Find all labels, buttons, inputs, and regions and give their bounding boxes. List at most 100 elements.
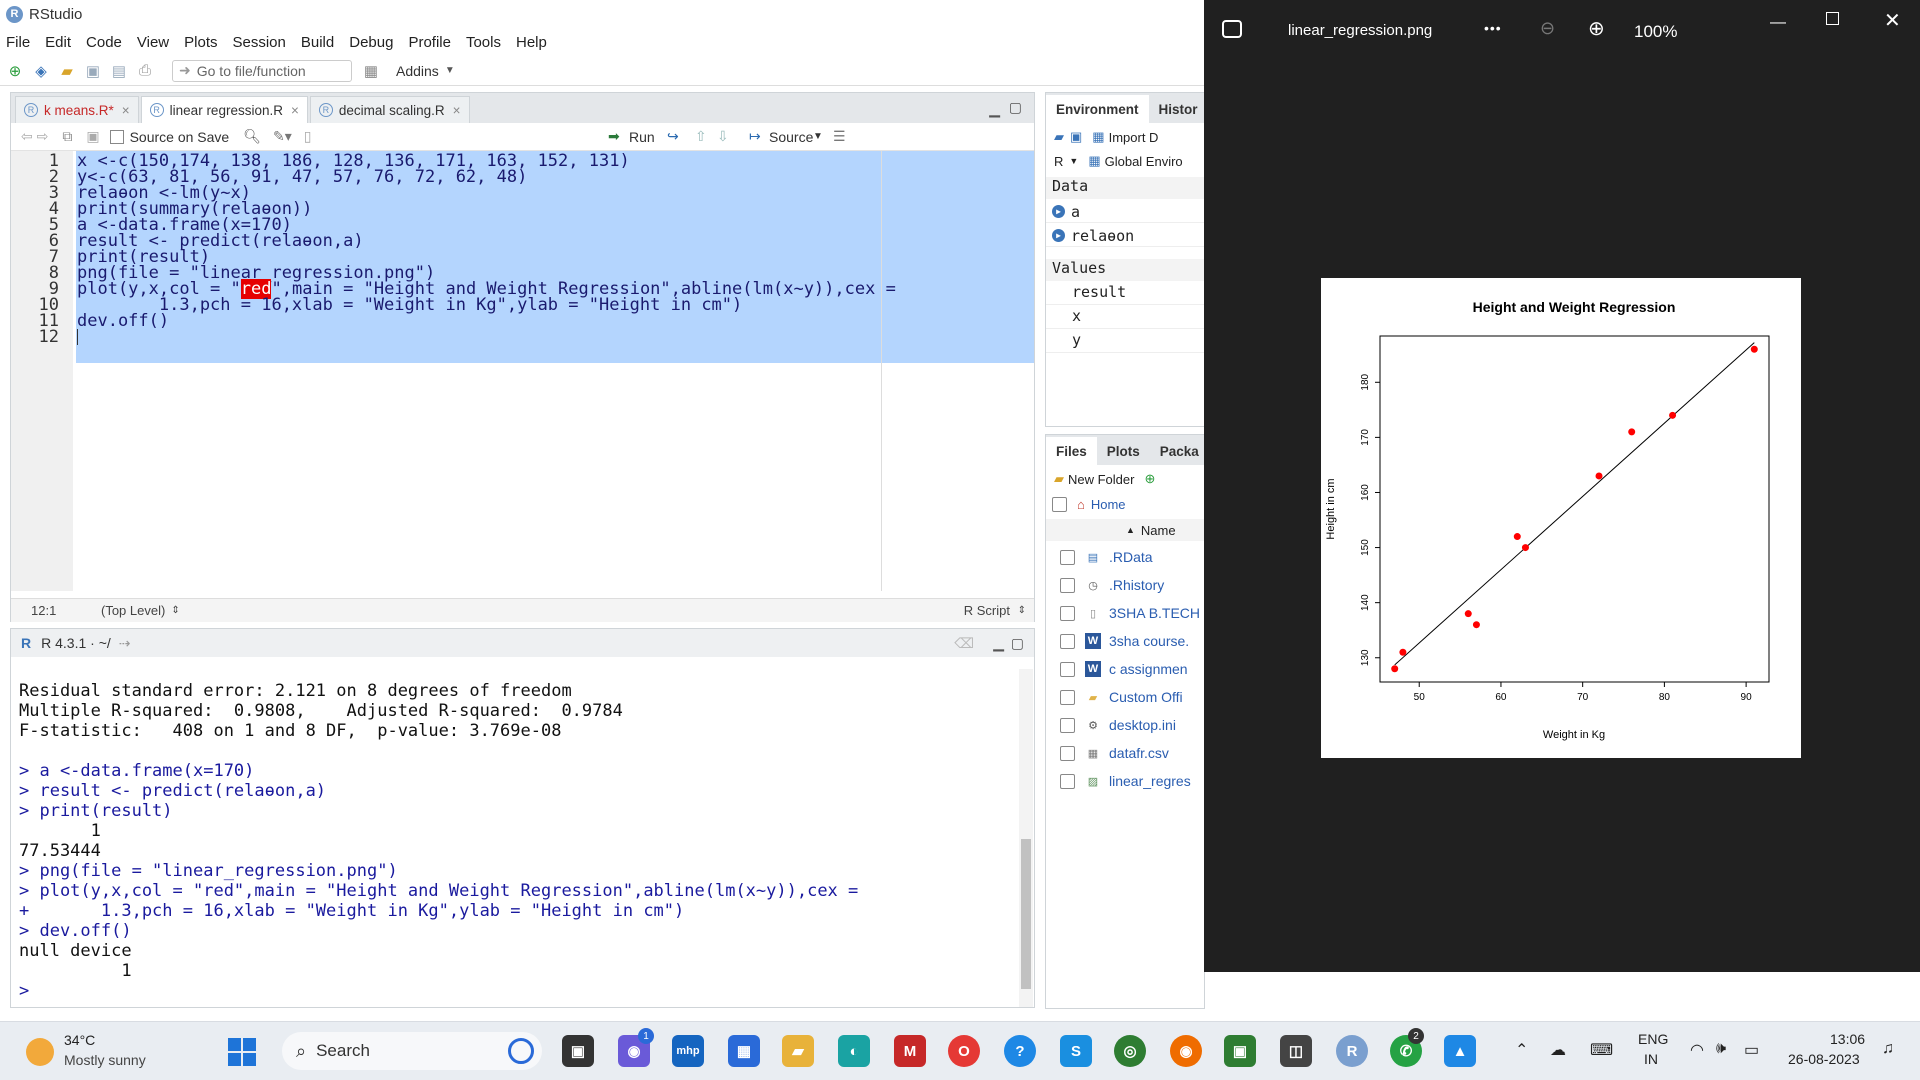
- run-arrow-icon[interactable]: ➡: [608, 128, 620, 145]
- tab-k-means[interactable]: R k means.R* ×: [15, 96, 139, 123]
- maximize-window-icon[interactable]: [1826, 12, 1839, 25]
- addins-chevron-icon[interactable]: ▼: [445, 65, 455, 76]
- menu-code[interactable]: Code: [86, 34, 122, 51]
- go-up-icon[interactable]: ⇧: [695, 128, 707, 145]
- close-tab-icon[interactable]: ×: [453, 103, 461, 118]
- source-button[interactable]: Source: [769, 129, 813, 145]
- menu-build[interactable]: Build: [301, 34, 334, 51]
- save-workspace-icon[interactable]: ▣: [1070, 129, 1082, 145]
- file-checkbox[interactable]: [1060, 577, 1075, 593]
- keyboard-icon[interactable]: ⌨: [1590, 1040, 1613, 1060]
- print-icon[interactable]: ⎙: [136, 62, 154, 80]
- clock-time[interactable]: 13:06: [1830, 1031, 1865, 1047]
- close-tab-icon[interactable]: ×: [122, 103, 130, 118]
- addins-menu[interactable]: Addins: [396, 63, 439, 79]
- search-box[interactable]: ⌕ Search: [282, 1032, 542, 1070]
- code-tools-wand-icon[interactable]: ✎▾: [273, 128, 292, 145]
- minimize-pane-icon[interactable]: ▁: [989, 101, 1000, 118]
- env-value-result[interactable]: result: [1046, 283, 1204, 305]
- menu-help[interactable]: Help: [516, 34, 547, 51]
- menu-profile[interactable]: Profile: [408, 34, 451, 51]
- new-project-icon[interactable]: ◈: [32, 62, 50, 80]
- save-file-icon[interactable]: ▣: [86, 128, 99, 145]
- show-in-window-icon[interactable]: ⧉: [62, 128, 72, 145]
- file-type-selector[interactable]: R Script: [964, 603, 1010, 618]
- tab-plots[interactable]: Plots: [1097, 437, 1150, 465]
- environment-scope-selector[interactable]: Global Enviro: [1105, 154, 1183, 169]
- file-name[interactable]: .Rhistory: [1109, 577, 1164, 593]
- mcafee-icon[interactable]: M: [894, 1035, 926, 1067]
- new-folder-icon[interactable]: ▰: [1054, 471, 1064, 487]
- save-icon[interactable]: ▣: [84, 62, 102, 80]
- r-app-icon[interactable]: R: [1336, 1035, 1368, 1067]
- file-name[interactable]: 3SHA B.TECH: [1109, 605, 1200, 621]
- maximize-pane-icon[interactable]: ▢: [1009, 99, 1022, 116]
- scope-chevron-icon[interactable]: ⇕: [171, 605, 179, 616]
- close-tab-icon[interactable]: ×: [291, 103, 299, 118]
- file-name[interactable]: desktop.ini: [1109, 717, 1176, 733]
- file-checkbox[interactable]: [1060, 661, 1075, 677]
- menu-plots[interactable]: Plots: [184, 34, 217, 51]
- volume-icon[interactable]: 🕪︎: [1716, 1040, 1726, 1058]
- compile-report-icon[interactable]: ▯: [304, 128, 312, 145]
- source-on-save-checkbox[interactable]: [109, 129, 124, 144]
- rerun-icon[interactable]: ↪: [667, 128, 679, 145]
- file-name[interactable]: .RData: [1109, 549, 1153, 565]
- env-value-x[interactable]: x: [1046, 307, 1204, 329]
- source-chevron-icon[interactable]: ▼: [813, 131, 823, 142]
- file-checkbox[interactable]: [1060, 745, 1075, 761]
- file-type-chevron-icon[interactable]: ⇕: [1018, 605, 1026, 616]
- run-button[interactable]: Run: [629, 129, 655, 145]
- help-icon[interactable]: ?: [1004, 1035, 1036, 1067]
- new-folder-button[interactable]: New Folder: [1068, 472, 1134, 487]
- menu-tools[interactable]: Tools: [466, 34, 501, 51]
- start-button[interactable]: [228, 1038, 256, 1066]
- file-row[interactable]: ▰ Custom Offi: [1046, 683, 1204, 711]
- sort-asc-icon[interactable]: ▲: [1126, 525, 1135, 535]
- load-workspace-icon[interactable]: ▰: [1054, 129, 1064, 145]
- mphp-icon[interactable]: mhp: [672, 1035, 704, 1067]
- minimize-pane-icon[interactable]: ▁: [993, 635, 1004, 652]
- file-checkbox[interactable]: [1060, 773, 1075, 789]
- go-to-directory-icon[interactable]: ⇢: [119, 635, 131, 652]
- select-all-checkbox[interactable]: [1052, 496, 1067, 512]
- zoom-in-icon[interactable]: ⊕: [1588, 16, 1605, 41]
- back-arrow-icon[interactable]: ⇦ ⇨: [21, 128, 48, 145]
- close-window-icon[interactable]: ✕: [1884, 8, 1901, 33]
- menu-session[interactable]: Session: [233, 34, 286, 51]
- file-name[interactable]: c assignmen: [1109, 661, 1188, 677]
- env-value-y[interactable]: y: [1046, 331, 1204, 353]
- file-name[interactable]: linear_regres: [1109, 773, 1191, 789]
- tab-packages[interactable]: Packa: [1150, 437, 1204, 465]
- file-checkbox[interactable]: [1060, 549, 1075, 565]
- name-column-header[interactable]: Name: [1141, 523, 1176, 538]
- skype-icon[interactable]: S: [1060, 1035, 1092, 1067]
- menu-view[interactable]: View: [137, 34, 169, 51]
- edge-icon[interactable]: ◐: [838, 1035, 870, 1067]
- wifi-icon[interactable]: ◠: [1690, 1040, 1704, 1060]
- home-icon[interactable]: ⌂: [1077, 497, 1085, 512]
- opera-icon[interactable]: O: [948, 1035, 980, 1067]
- file-row[interactable]: ▤ .RData: [1046, 543, 1204, 571]
- file-row[interactable]: ▦ datafr.csv: [1046, 739, 1204, 767]
- tab-decimal-scaling[interactable]: R decimal scaling.R ×: [309, 96, 470, 123]
- open-file-icon[interactable]: ▰: [58, 62, 76, 80]
- cpu-monitor-icon[interactable]: ▣: [1224, 1035, 1256, 1067]
- language-chevron-icon[interactable]: ▼: [1069, 156, 1078, 166]
- save-all-icon[interactable]: ▤: [110, 62, 128, 80]
- menu-edit[interactable]: Edit: [45, 34, 71, 51]
- file-row[interactable]: W 3sha course.: [1046, 627, 1204, 655]
- file-checkbox[interactable]: [1060, 689, 1075, 705]
- file-name[interactable]: 3sha course.: [1109, 633, 1189, 649]
- file-explorer-icon[interactable]: ▰: [782, 1035, 814, 1067]
- language-selector[interactable]: R: [1054, 154, 1063, 169]
- file-row[interactable]: ▯ 3SHA B.TECH: [1046, 599, 1204, 627]
- file-row[interactable]: ⚙ desktop.ini: [1046, 711, 1204, 739]
- expand-icon[interactable]: ▶: [1052, 205, 1065, 218]
- zoom-out-icon[interactable]: ⊖: [1540, 18, 1555, 39]
- new-file-icon[interactable]: ⊕: [6, 62, 24, 80]
- new-blank-file-icon[interactable]: ⊕: [1144, 471, 1155, 487]
- file-checkbox[interactable]: [1060, 633, 1075, 649]
- file-checkbox[interactable]: [1060, 717, 1075, 733]
- clock-date[interactable]: 26-08-2023: [1788, 1051, 1860, 1067]
